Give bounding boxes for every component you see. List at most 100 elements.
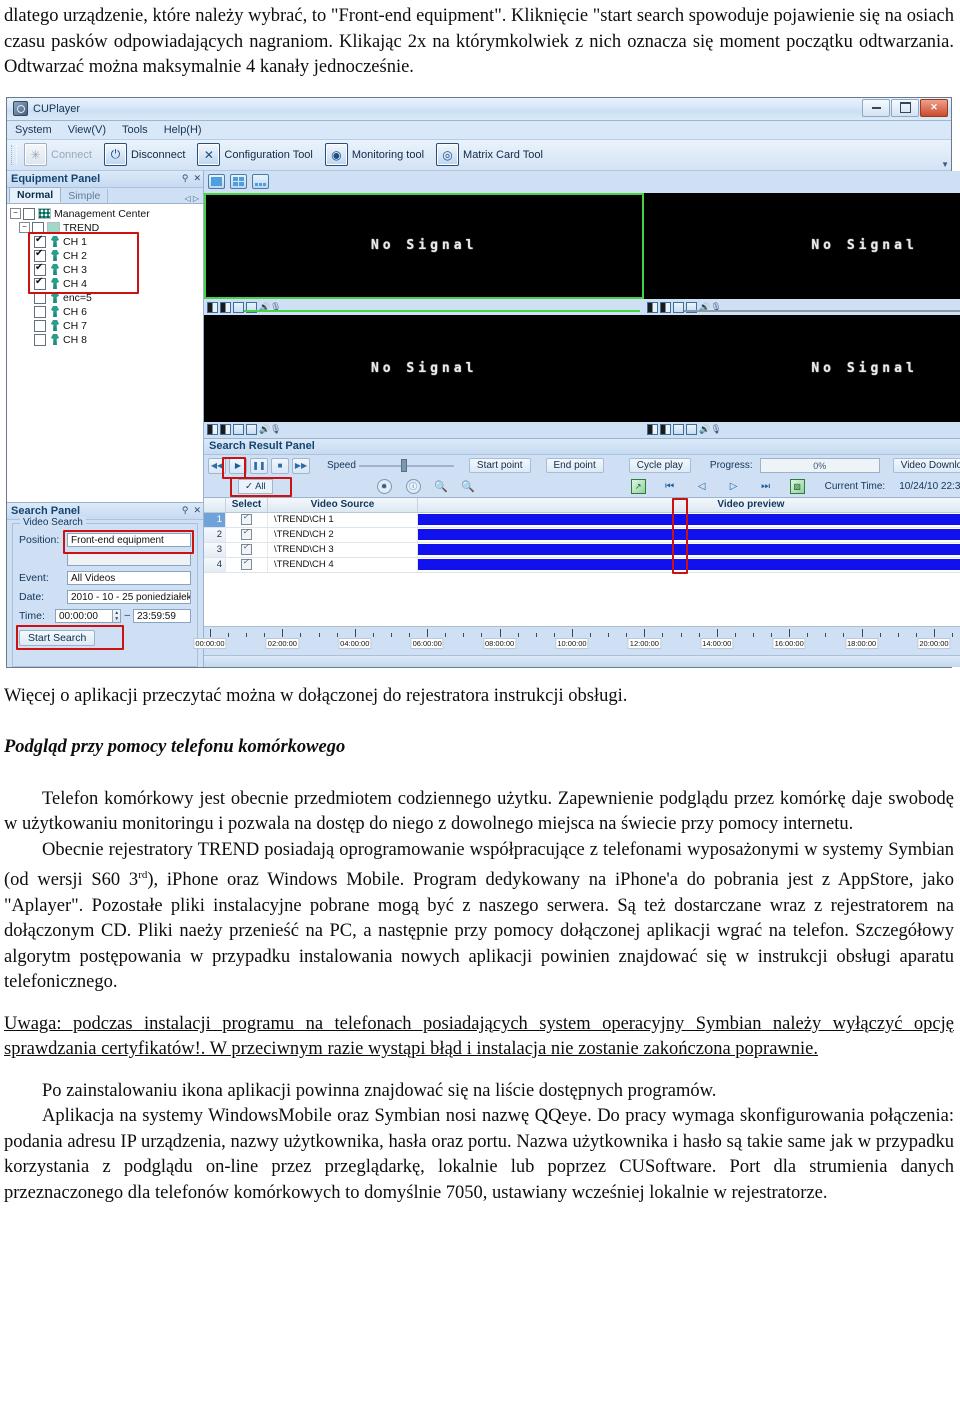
position-input[interactable]: Front-end equipment bbox=[67, 532, 191, 547]
speed-slider-knob[interactable] bbox=[400, 459, 407, 472]
layout-multi-icon[interactable] bbox=[252, 174, 269, 189]
equipment-panel-close-icon[interactable]: ✕ bbox=[193, 173, 201, 184]
play-button[interactable]: ▶ bbox=[229, 457, 247, 474]
tree-checkbox[interactable] bbox=[32, 221, 44, 234]
channel-checkbox[interactable] bbox=[34, 291, 46, 304]
fit-icon[interactable] bbox=[673, 424, 685, 435]
halfscreen-icon[interactable] bbox=[647, 424, 659, 435]
fit-icon[interactable] bbox=[673, 301, 685, 313]
start-point-button[interactable]: Start point bbox=[468, 458, 531, 473]
event-select[interactable]: All Videos bbox=[67, 570, 191, 585]
tab-normal[interactable]: Normal bbox=[9, 186, 62, 203]
time-to-input[interactable]: 23:59:59 bbox=[133, 608, 191, 623]
video-download-button[interactable]: Video Download bbox=[892, 458, 960, 473]
menu-item-tools[interactable]: Tools bbox=[122, 124, 148, 136]
start-search-button[interactable]: Start Search bbox=[19, 629, 96, 646]
channel-checkbox[interactable] bbox=[34, 248, 46, 262]
toolbar-button-disconnect[interactable]: ⏻ Disconnect bbox=[101, 142, 188, 167]
tree-checkbox[interactable] bbox=[23, 207, 35, 220]
row-select-checkbox[interactable] bbox=[226, 512, 268, 527]
row-select-checkbox[interactable] bbox=[226, 542, 268, 557]
tree-node-channel[interactable]: CH 2 bbox=[10, 248, 203, 263]
stretch-icon[interactable] bbox=[246, 301, 257, 313]
tree-node-channel[interactable]: CH 4 bbox=[10, 276, 203, 291]
halfscreen2-icon[interactable] bbox=[220, 424, 231, 435]
row-video-preview[interactable] bbox=[418, 513, 960, 527]
minimize-button[interactable] bbox=[862, 98, 890, 117]
tab-simple[interactable]: Simple bbox=[61, 188, 109, 203]
stretch-icon[interactable] bbox=[686, 424, 698, 435]
pause-button[interactable]: ❚❚ bbox=[250, 457, 268, 474]
tree-node-channel[interactable]: CH 7 bbox=[10, 319, 203, 333]
capture-icon[interactable]: ✹ bbox=[376, 479, 392, 494]
select-all-checkbox[interactable]: ✓ All bbox=[238, 479, 273, 494]
first-frame-icon[interactable]: ⏮ bbox=[662, 480, 678, 494]
row-video-preview[interactable] bbox=[418, 543, 960, 557]
secondary-input[interactable] bbox=[67, 551, 191, 566]
toolbar-grip[interactable] bbox=[11, 144, 17, 165]
video-pane-2[interactable]: No Signal bbox=[644, 192, 960, 299]
menu-item-view[interactable]: View(V) bbox=[68, 124, 106, 136]
channel-checkbox[interactable] bbox=[34, 234, 46, 248]
row-select-checkbox[interactable] bbox=[226, 527, 268, 542]
fit-icon[interactable] bbox=[233, 424, 244, 435]
tree-node-channel[interactable]: CH 8 bbox=[10, 333, 203, 347]
video-cell[interactable]: No Signal 🔊 🎙 bbox=[204, 192, 645, 315]
mic-icon[interactable]: 🎙 bbox=[270, 302, 281, 312]
stop-button[interactable]: ■ bbox=[271, 457, 289, 474]
channel-checkbox[interactable] bbox=[34, 319, 46, 332]
stretch-icon[interactable] bbox=[246, 424, 257, 435]
snapshot-icon[interactable]: ▨ bbox=[789, 479, 805, 494]
tree-node-management-center[interactable]: − Management Center bbox=[10, 207, 203, 221]
halfscreen2-icon[interactable] bbox=[660, 301, 672, 313]
speaker-icon[interactable]: 🔊 bbox=[259, 302, 270, 312]
stretch-icon[interactable] bbox=[686, 301, 698, 313]
date-input[interactable]: 2010 - 10 - 25 poniedziałek bbox=[67, 589, 191, 604]
video-pane-4[interactable]: No Signal bbox=[644, 315, 960, 422]
toolbar-button-connect[interactable]: ✳ Connect bbox=[21, 142, 95, 167]
next-frame-icon[interactable]: ▷ bbox=[726, 480, 742, 494]
zoom-in-icon[interactable]: 🔍 bbox=[434, 480, 448, 493]
table-row[interactable]: 3 \TREND\CH 3 bbox=[204, 542, 960, 558]
speed-slider[interactable] bbox=[358, 459, 454, 472]
forward-button[interactable]: ▶▶ bbox=[292, 457, 310, 474]
channel-checkbox[interactable] bbox=[34, 276, 46, 290]
speaker-icon[interactable]: 🔊 bbox=[259, 425, 270, 434]
video-pane-3[interactable]: No Signal bbox=[204, 315, 645, 422]
tree-node-channel[interactable]: CH 3 bbox=[10, 262, 203, 277]
search-panel-pin-icon[interactable]: ⚲ bbox=[182, 505, 189, 516]
tree-node-channel[interactable]: CH 6 bbox=[10, 305, 203, 319]
toolbar-button-matrix-card-tool[interactable]: ◎ Matrix Card Tool bbox=[433, 142, 546, 167]
tab-nav-arrows[interactable]: ◁ ▷ bbox=[184, 194, 203, 203]
toolbar-button-monitoring-tool[interactable]: ◉ Monitoring tool bbox=[322, 142, 427, 167]
halfscreen-icon[interactable] bbox=[207, 301, 218, 313]
fit-icon[interactable] bbox=[233, 301, 244, 313]
expander-icon[interactable]: − bbox=[19, 222, 30, 233]
layout-single-icon[interactable] bbox=[208, 174, 225, 189]
cycle-play-button[interactable]: Cycle play bbox=[628, 458, 691, 473]
mic-icon[interactable]: 🎙 bbox=[710, 425, 721, 434]
zoom-out-icon[interactable]: 🔍 bbox=[461, 480, 475, 493]
row-video-preview[interactable] bbox=[418, 528, 960, 542]
equipment-panel-pin-icon[interactable]: ⚲ bbox=[182, 173, 189, 184]
video-cell[interactable]: No Signal 🔊 🎙 bbox=[644, 315, 960, 438]
expander-icon[interactable]: − bbox=[10, 208, 21, 219]
rewind-button[interactable]: ◀◀ bbox=[208, 457, 226, 474]
mic-icon[interactable]: 🎙 bbox=[270, 425, 281, 434]
row-select-checkbox[interactable] bbox=[226, 557, 268, 572]
close-button[interactable]: ✕ bbox=[920, 98, 948, 117]
info-icon[interactable]: ⓘ bbox=[405, 479, 421, 494]
halfscreen2-icon[interactable] bbox=[220, 301, 231, 313]
table-row[interactable]: 2 \TREND\CH 2 bbox=[204, 527, 960, 543]
speaker-icon[interactable]: 🔊 bbox=[699, 425, 710, 434]
search-panel-close-icon[interactable]: ✕ bbox=[193, 505, 201, 516]
maximize-button[interactable] bbox=[891, 98, 919, 117]
prev-frame-icon[interactable]: ◁ bbox=[694, 480, 710, 494]
layout-quad-icon[interactable] bbox=[230, 174, 247, 189]
channel-checkbox[interactable] bbox=[34, 305, 46, 318]
tree-node-trend[interactable]: − TREND bbox=[10, 221, 203, 235]
export-icon[interactable]: ↗ bbox=[630, 479, 646, 494]
toolbar-overflow-icon[interactable]: ▼ bbox=[941, 160, 949, 169]
mic-icon[interactable]: 🎙 bbox=[710, 302, 721, 312]
toolbar-button-configuration-tool[interactable]: ✕ Configuration Tool bbox=[194, 142, 315, 167]
